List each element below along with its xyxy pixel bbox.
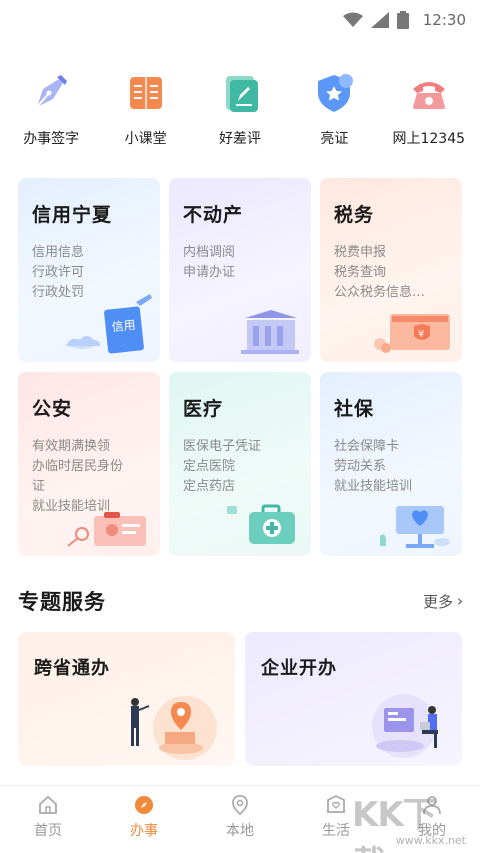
card-line[interactable]: 税务查询	[334, 263, 448, 283]
battery-icon	[396, 11, 409, 29]
card-line[interactable]: 申请办证	[183, 263, 297, 283]
card-medical[interactable]: 医疗 医保电子凭证 定点医院 定点药店	[169, 372, 311, 556]
quick-action-license[interactable]: 亮证	[289, 70, 379, 148]
card-badge: 信用	[111, 318, 136, 334]
card-lines: 内档调阅 申请办证	[183, 243, 297, 283]
card-line[interactable]: 税费申报	[334, 243, 448, 263]
shield-icon	[311, 70, 357, 116]
section-header: 专题服务 更多 ›	[18, 586, 463, 616]
tab-home[interactable]: 首页	[8, 794, 88, 840]
tab-local[interactable]: 本地	[200, 794, 280, 840]
card-lines: 医保电子凭证 定点医院 定点药店	[183, 437, 297, 497]
quick-action-sign[interactable]: 办事签字	[6, 70, 96, 148]
card-line[interactable]: 行政许可	[32, 263, 146, 283]
status-bar: 12:30	[0, 0, 480, 40]
tab-label: 首页	[34, 823, 62, 839]
tab-label: 办事	[130, 823, 158, 839]
card-badge: ¥	[418, 329, 424, 340]
card-line[interactable]: 医保电子凭证	[183, 437, 297, 457]
card-line[interactable]: 社会保障卡	[334, 437, 448, 457]
card-line[interactable]: 信用信息	[32, 243, 146, 263]
building-illustration	[241, 310, 299, 354]
house-heart-icon	[327, 794, 345, 813]
more-link[interactable]: 更多 ›	[423, 591, 463, 612]
card-social-security[interactable]: 社保 社会保障卡 劳动关系 就业技能培训	[320, 372, 462, 556]
police-id-illustration	[67, 512, 146, 547]
topic-cards: 跨省通办 企业开办	[18, 632, 463, 766]
home-icon	[39, 795, 57, 814]
quick-action-review[interactable]: 好差评	[195, 70, 285, 148]
quick-action-label: 小课堂	[124, 131, 167, 147]
chevron-right-icon: ›	[457, 592, 463, 610]
quick-action-label: 网上12345	[392, 131, 466, 147]
card-line[interactable]: 内档调阅	[183, 243, 297, 263]
compass-icon	[135, 796, 153, 814]
card-line[interactable]: 办临时居民身份	[32, 457, 146, 477]
credit-document-illustration: 信用	[66, 294, 152, 354]
medical-kit-illustration	[227, 504, 295, 544]
service-grid: 信用宁夏 信用信息 行政许可 行政处罚 信用 不动产 内档调阅 申请办证 税务	[18, 178, 463, 556]
tab-services[interactable]: 办事	[104, 794, 184, 840]
card-lines: 社会保障卡 劳动关系 就业技能培训	[334, 437, 448, 497]
map-pin-person-illustration	[131, 696, 217, 760]
tax-screen-illustration: ¥	[374, 314, 450, 353]
topic-title: 企业开办	[261, 658, 337, 679]
card-police[interactable]: 公安 有效期满换领 办临时居民身份 证 就业技能培训	[18, 372, 160, 556]
quick-actions: 办事签字 小课堂 好差评 亮证 网上12345	[0, 70, 480, 148]
edit-note-icon	[217, 70, 263, 116]
section-title: 专题服务	[18, 590, 106, 614]
watermark-url: www.kkx.net	[395, 834, 466, 847]
card-line[interactable]: 有效期满换领	[32, 437, 146, 457]
pen-icon	[28, 70, 74, 116]
quick-action-class[interactable]: 小课堂	[101, 70, 191, 148]
card-credit[interactable]: 信用宁夏 信用信息 行政许可 行政处罚 信用	[18, 178, 160, 362]
tab-label: 本地	[226, 823, 254, 839]
topic-card-business-setup[interactable]: 企业开办	[245, 632, 462, 766]
card-line: 证	[32, 479, 46, 494]
quick-action-label: 办事签字	[23, 131, 80, 147]
status-time: 12:30	[422, 11, 466, 29]
phone-icon	[406, 70, 452, 116]
card-title: 信用宁夏	[32, 204, 113, 226]
card-title: 社保	[334, 398, 375, 420]
card-title: 医疗	[183, 398, 224, 420]
book-icon	[123, 70, 169, 116]
quick-action-hotline[interactable]: 网上12345	[384, 70, 474, 148]
tab-label: 生活	[322, 823, 350, 839]
quick-action-label: 亮证	[320, 131, 349, 147]
more-label: 更多	[422, 592, 453, 611]
card-real-estate[interactable]: 不动产 内档调阅 申请办证	[169, 178, 311, 362]
card-tax[interactable]: 税务 税费申报 税务查询 公众税务信息… ¥	[320, 178, 462, 362]
person-laptop-illustration	[372, 694, 438, 758]
topic-card-cross-province[interactable]: 跨省通办	[18, 632, 235, 766]
card-lines: 有效期满换领 办临时居民身份 证 就业技能培训	[32, 437, 146, 517]
card-line[interactable]: 就业技能培训	[334, 477, 448, 497]
card-line[interactable]: 劳动关系	[334, 457, 448, 477]
quick-action-label: 好差评	[218, 131, 261, 147]
topic-title: 跨省通办	[34, 658, 110, 679]
signal-icon	[370, 12, 389, 28]
card-title: 不动产	[183, 204, 244, 226]
social-security-illustration	[380, 506, 450, 548]
watermark: KK下载 www.kkx.net	[352, 787, 472, 853]
location-icon	[232, 795, 248, 816]
card-line[interactable]: 公众税务信息…	[334, 283, 448, 303]
card-title: 公安	[32, 398, 73, 420]
wifi-icon	[342, 12, 363, 27]
card-lines: 税费申报 税务查询 公众税务信息…	[334, 243, 448, 303]
card-line[interactable]: 定点医院	[183, 457, 297, 477]
card-title: 税务	[334, 204, 375, 226]
card-line[interactable]: 定点药店	[183, 477, 297, 497]
